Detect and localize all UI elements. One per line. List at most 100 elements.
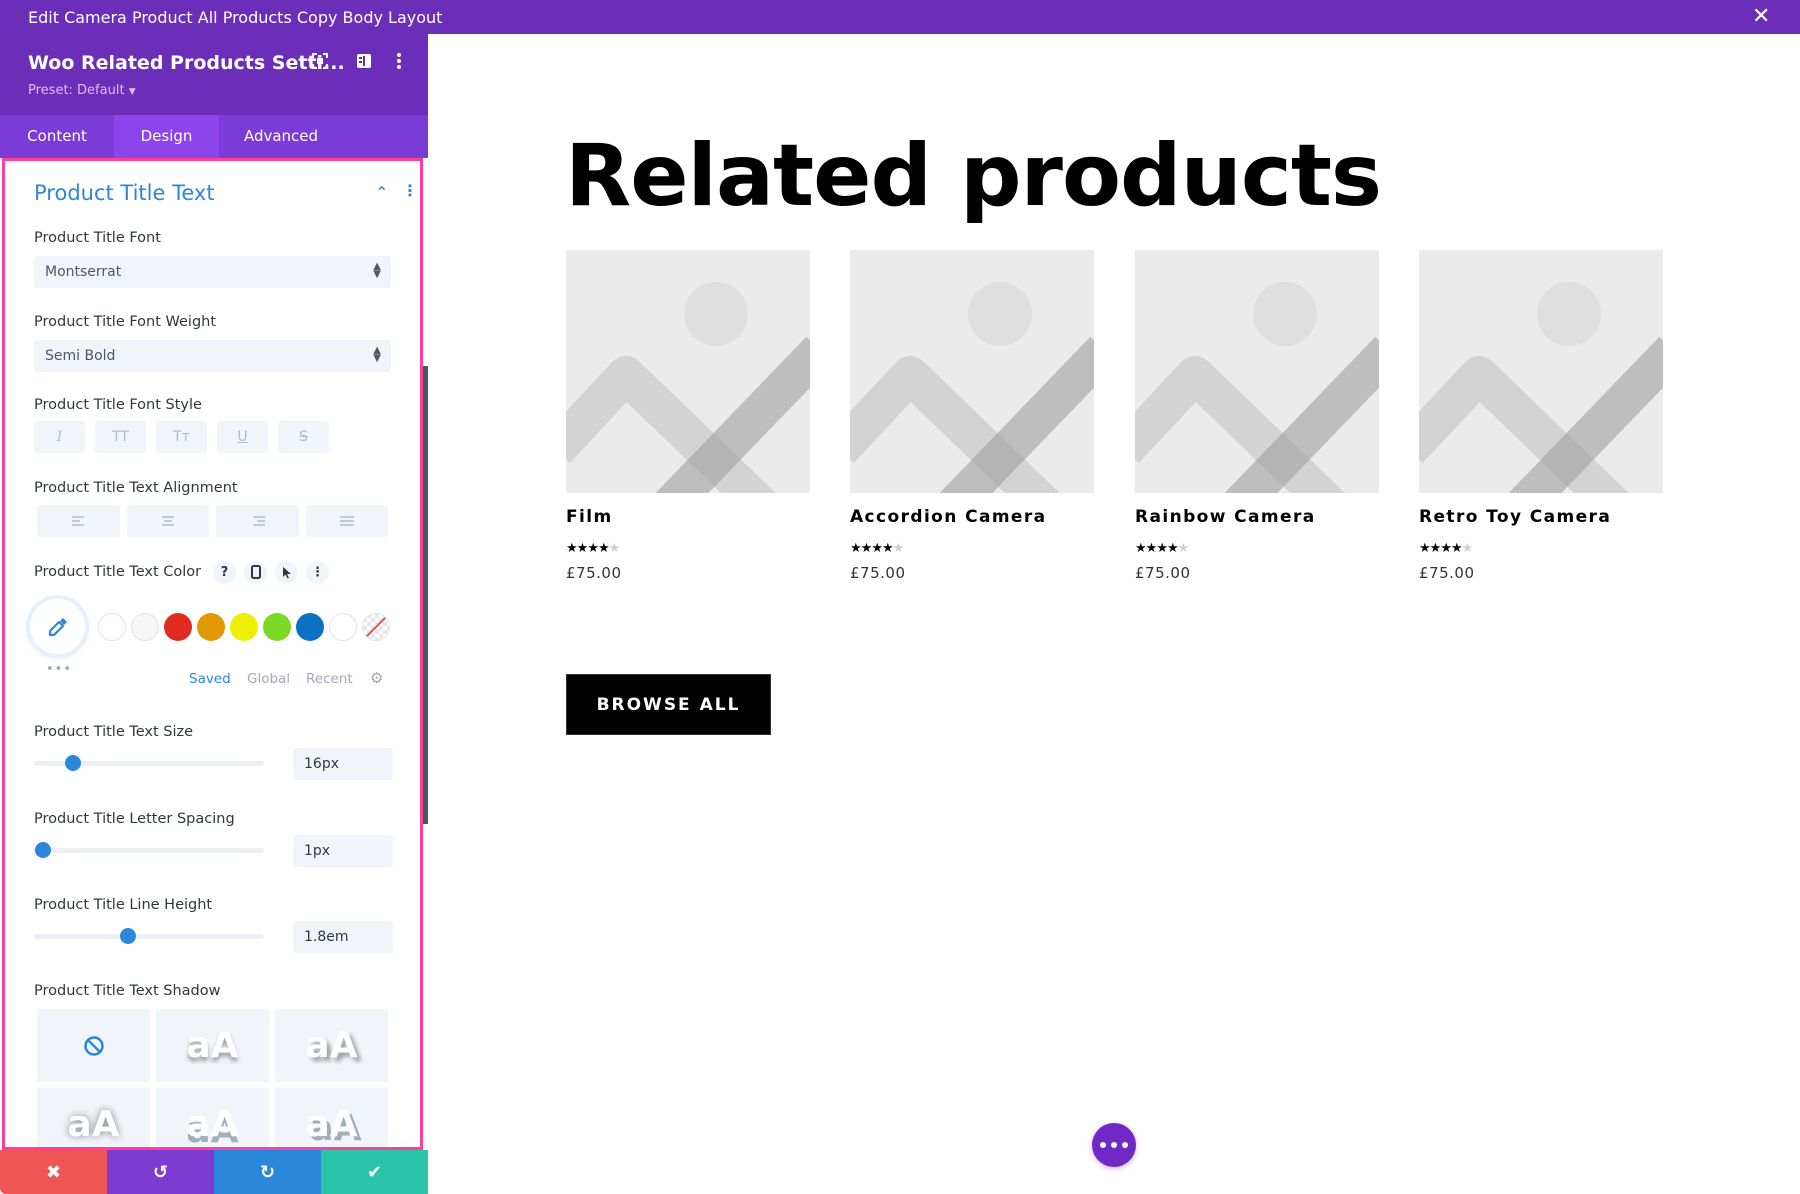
eyedropper-icon (48, 617, 67, 636)
color-picker-button[interactable] (30, 599, 85, 654)
italic-icon: I (56, 429, 63, 445)
text-alignment-buttons (37, 505, 388, 537)
strikethrough-icon: S (299, 429, 308, 445)
window-title-bar: Edit Camera Product All Products Copy Bo… (0, 0, 1800, 34)
help-icon[interactable]: ? (213, 561, 236, 584)
align-right-button[interactable] (216, 505, 299, 537)
color-swatch[interactable] (197, 613, 225, 641)
palette-tab-recent[interactable]: Recent (306, 671, 353, 687)
expand-icon[interactable] (311, 52, 333, 74)
product-card[interactable]: Retro Toy Camera ★★★★★ £75.00 (1419, 250, 1663, 582)
star-icon: ★ (576, 541, 589, 556)
shadow-preset[interactable]: aA (37, 1088, 150, 1147)
align-center-button[interactable] (127, 505, 209, 537)
product-card[interactable]: Accordion Camera ★★★★★ £75.00 (850, 250, 1094, 582)
close-icon[interactable]: ✕ (1752, 4, 1770, 30)
letter-spacing-input[interactable]: 1px (293, 835, 393, 867)
line-height-input[interactable]: 1.8em (293, 921, 393, 953)
text-alignment-label: Product Title Text Alignment (34, 480, 238, 496)
font-style-label: Product Title Font Style (34, 397, 202, 413)
product-title-text-group: Product Title Text ⌃ ⋮ Product Title Fon… (2, 158, 423, 1150)
star-icon: ★ (1429, 541, 1442, 556)
font-weight-select[interactable]: Semi Bold ▲ ▼ (34, 340, 391, 372)
strikethrough-button[interactable]: S (278, 421, 329, 453)
product-card[interactable]: Film ★★★★★ £75.00 (566, 250, 810, 582)
star-icon: ★ (1419, 541, 1431, 556)
save-button[interactable]: ✔ (321, 1150, 428, 1194)
palette-tab-saved[interactable]: Saved (189, 671, 231, 687)
product-image-placeholder[interactable] (566, 250, 810, 493)
product-image-placeholder[interactable] (1419, 250, 1663, 493)
check-icon: ✔ (366, 1161, 383, 1183)
line-height-slider[interactable] (34, 928, 264, 944)
star-icon: ★ (597, 541, 610, 556)
color-swatch[interactable] (329, 613, 357, 641)
shadow-preset[interactable]: aA (156, 1009, 269, 1082)
sidebar-toggle-icon[interactable] (356, 52, 378, 74)
product-price: £75.00 (1135, 564, 1191, 582)
chevron-up-icon[interactable]: ⌃ (375, 183, 388, 202)
star-rating: ★★★★★ (850, 541, 1094, 556)
hover-cursor-icon[interactable] (275, 561, 298, 584)
page-settings-button[interactable] (1092, 1123, 1136, 1167)
settings-tabs: Content Design Advanced (0, 115, 428, 158)
product-image-placeholder[interactable] (850, 250, 1094, 493)
text-size-input[interactable]: 16px (293, 748, 393, 780)
window-title: Edit Camera Product All Products Copy Bo… (28, 8, 443, 27)
align-left-button[interactable] (37, 505, 120, 537)
palette-tab-global[interactable]: Global (247, 671, 290, 687)
slider-thumb[interactable] (35, 842, 52, 858)
preset-label: Preset: Default (28, 83, 125, 98)
shadow-preset-none[interactable] (37, 1009, 150, 1082)
color-swatch[interactable] (296, 613, 324, 641)
star-icon: ★ (1440, 541, 1452, 556)
color-swatch[interactable] (98, 613, 126, 641)
more-vertical-icon[interactable] (396, 52, 418, 74)
transparent-swatch[interactable] (362, 613, 390, 641)
product-image-placeholder[interactable] (1135, 250, 1379, 493)
browse-all-button[interactable]: BROWSE ALL (566, 674, 771, 735)
more-horizontal-icon[interactable]: ••• (46, 662, 72, 677)
gear-icon[interactable]: ⚙ (370, 669, 383, 687)
italic-button[interactable]: I (34, 421, 85, 453)
tab-advanced[interactable]: Advanced (219, 115, 343, 158)
color-swatch[interactable] (164, 613, 192, 641)
module-settings-header: Woo Related Products Setti... Preset: De… (0, 34, 428, 115)
tab-content[interactable]: Content (0, 115, 114, 158)
product-card[interactable]: Rainbow Camera ★★★★★ £75.00 (1135, 250, 1379, 582)
uppercase-button[interactable]: TT (95, 421, 146, 453)
more-vertical-icon[interactable]: ⋮ (306, 561, 329, 584)
product-title[interactable]: Film (566, 507, 810, 527)
responsive-phone-icon[interactable] (244, 561, 267, 584)
product-title[interactable]: Rainbow Camera (1135, 507, 1379, 527)
preset-dropdown[interactable]: Preset: Default ▼ (28, 83, 136, 98)
star-rating: ★★★★★ (1419, 541, 1663, 556)
shadow-preset[interactable]: aA (275, 1088, 388, 1147)
underline-button[interactable]: U (217, 421, 268, 453)
shadow-preset[interactable]: aA (275, 1009, 388, 1082)
color-swatch[interactable] (230, 613, 258, 641)
letter-spacing-slider[interactable] (34, 842, 264, 858)
page-preview: Related products Film ★★★★★ £75.00 Accordio… (428, 34, 1800, 1194)
more-vertical-icon[interactable]: ⋮ (402, 181, 418, 200)
slider-thumb[interactable] (120, 928, 137, 944)
align-justify-icon (340, 516, 354, 526)
font-label: Product Title Font (34, 230, 161, 246)
product-title[interactable]: Retro Toy Camera (1419, 507, 1663, 527)
font-weight-value: Semi Bold (45, 348, 116, 364)
shadow-preset[interactable]: aA (156, 1088, 269, 1147)
color-swatch[interactable] (131, 613, 159, 641)
redo-button[interactable]: ↻ (214, 1150, 321, 1194)
product-title[interactable]: Accordion Camera (850, 507, 1094, 527)
font-select[interactable]: Montserrat ▲ ▼ (34, 256, 391, 288)
group-title[interactable]: Product Title Text (34, 181, 215, 205)
align-justify-button[interactable] (306, 505, 388, 537)
discard-button[interactable]: ✖ (0, 1150, 107, 1194)
text-size-slider[interactable] (34, 755, 264, 771)
undo-button[interactable]: ↺ (107, 1150, 214, 1194)
color-swatch[interactable] (263, 613, 291, 641)
tab-design[interactable]: Design (114, 115, 219, 158)
related-products-heading: Related products (565, 126, 1382, 226)
slider-thumb[interactable] (65, 755, 82, 771)
capitalize-button[interactable]: Tт (156, 421, 207, 453)
